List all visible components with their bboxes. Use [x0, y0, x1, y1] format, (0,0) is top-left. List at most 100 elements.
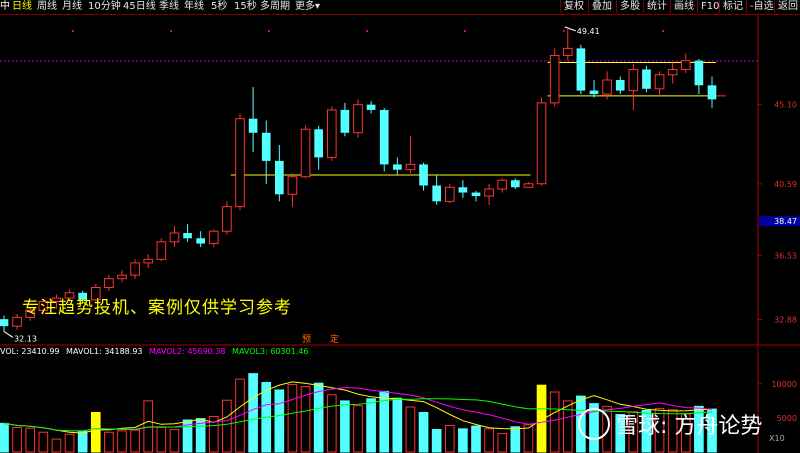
- candle-body-down: [261, 132, 271, 161]
- mavol3-value: MAVOL3: 60301.46: [232, 347, 309, 356]
- volume-bar: [392, 397, 403, 453]
- volume-multiplier: X10: [769, 434, 785, 443]
- candle-body-down: [419, 164, 428, 186]
- volume-bar: [130, 429, 140, 453]
- volume-bar: [484, 428, 494, 453]
- candle-body-up: [12, 316, 22, 327]
- candle-body-down: [340, 109, 350, 133]
- candle-body-down: [432, 185, 441, 202]
- volume-bar: [523, 424, 534, 453]
- candle-body-up: [667, 68, 678, 76]
- yu-marker: 预: [302, 334, 311, 345]
- volume-bar: [340, 400, 350, 453]
- current-price-label: 38.47: [774, 217, 797, 226]
- candle-body-down: [196, 238, 205, 244]
- volume-bar: [38, 431, 49, 453]
- candle-body-up: [143, 258, 154, 264]
- candle-body-up: [169, 232, 180, 243]
- volume-bar: [444, 424, 455, 453]
- volume-bar: [326, 394, 337, 453]
- candle-body-up: [353, 104, 363, 134]
- volume-bar: [0, 422, 9, 453]
- candle-body-up: [484, 188, 494, 197]
- price-tick-label: 36.53: [774, 251, 797, 260]
- tab-monthly[interactable]: 月线: [62, 1, 82, 13]
- candle-body-up: [602, 79, 612, 95]
- volume-bar: [549, 391, 560, 453]
- candle-body-up: [235, 118, 245, 208]
- candle-body-down: [707, 85, 717, 100]
- candle-body-down: [275, 160, 284, 195]
- tab-15sec[interactable]: 15秒: [234, 1, 257, 13]
- candle-body-up: [680, 60, 691, 70]
- candle-body-down: [314, 129, 323, 158]
- volume-bar: [458, 428, 468, 453]
- adjust-button[interactable]: 复权: [560, 0, 588, 13]
- candle-body-up: [300, 128, 311, 178]
- high-label-pointer: [564, 26, 576, 32]
- multi-stock-button[interactable]: 多股: [616, 0, 643, 13]
- event-dot-marker: [563, 30, 565, 32]
- candle-body-down: [511, 180, 520, 188]
- candle-body-up: [104, 278, 114, 288]
- vol-value: VOL: 23410.99: [0, 347, 60, 356]
- volume-bar: [287, 384, 298, 453]
- tab-weekly[interactable]: 周线: [37, 1, 57, 13]
- overlay-button[interactable]: 叠加: [588, 0, 616, 13]
- tab-45day[interactable]: 45日线: [123, 1, 156, 13]
- tab-5sec[interactable]: 5秒: [211, 1, 227, 13]
- volume-info-bar: VOL: 23410.99 MAVOL1: 34188.93 MAVOL2: 4…: [0, 347, 309, 356]
- back-button[interactable]: 返回: [774, 0, 800, 13]
- tab-more-label: 更多: [295, 1, 315, 12]
- candle-body-down: [379, 109, 389, 165]
- candle-body-up: [208, 230, 219, 245]
- event-dot-marker: [464, 30, 466, 32]
- draw-line-button[interactable]: 画线: [670, 0, 697, 13]
- volume-bar: [431, 429, 442, 453]
- candle-body-down: [589, 90, 599, 95]
- volume-bar: [12, 426, 22, 453]
- tab-daily[interactable]: 日线: [12, 1, 32, 13]
- candle-body-up: [156, 241, 167, 260]
- caption-text: 专注趋势投机、案例仅供学习参考: [22, 298, 292, 318]
- add-watchlist-button[interactable]: -自选: [746, 0, 774, 13]
- ding-marker: 定: [330, 333, 339, 345]
- volume-bar: [497, 433, 508, 453]
- volume-bar: [313, 382, 324, 453]
- candle-body-down: [471, 192, 481, 197]
- candle-body-up: [117, 274, 127, 280]
- candle-body-up: [326, 109, 337, 158]
- xueqiu-logo-icon: [578, 408, 610, 440]
- mark-button[interactable]: 标记: [719, 0, 746, 13]
- volume-bar: [77, 431, 88, 453]
- candle-body-down: [393, 164, 402, 170]
- volume-bar: [405, 406, 416, 453]
- chevron-down-icon: ▾: [315, 1, 321, 12]
- f10-button[interactable]: F10: [697, 0, 719, 13]
- statistics-button[interactable]: 统计: [643, 0, 670, 13]
- low-label-pointer: [3, 331, 14, 338]
- mavol1-value: MAVOL1: 34188.93: [66, 347, 143, 356]
- candle-body-up: [222, 206, 232, 232]
- candle-body-down: [248, 118, 258, 133]
- candle-body-down: [0, 319, 9, 327]
- tab-quarterly[interactable]: 季线: [159, 1, 179, 13]
- candle-body-up: [628, 68, 639, 92]
- volume-bar: [64, 433, 75, 453]
- candle-body-down: [458, 187, 468, 193]
- tab-yearly[interactable]: 年线: [184, 1, 204, 13]
- candle-body-up: [549, 54, 560, 104]
- price-tick-label: 32.88: [774, 315, 797, 324]
- volume-bar: [222, 399, 232, 453]
- tab-more[interactable]: 更多▾: [295, 1, 320, 13]
- event-dot-marker: [662, 30, 664, 32]
- candle-body-up: [562, 47, 573, 56]
- tab-multi-period[interactable]: 多周期: [260, 1, 290, 13]
- event-dot-marker: [72, 30, 74, 32]
- candle-body-up: [523, 183, 534, 188]
- candle-body-down: [366, 104, 376, 110]
- volume-bar: [117, 430, 127, 453]
- price-tick-label: 45.10: [774, 101, 797, 110]
- kline-chart[interactable]: 49.41 32.13 45.10 40.59 36.53 32.88 38.47 预 定 100…: [0, 0, 800, 453]
- tab-10min[interactable]: 10分钟: [88, 1, 121, 13]
